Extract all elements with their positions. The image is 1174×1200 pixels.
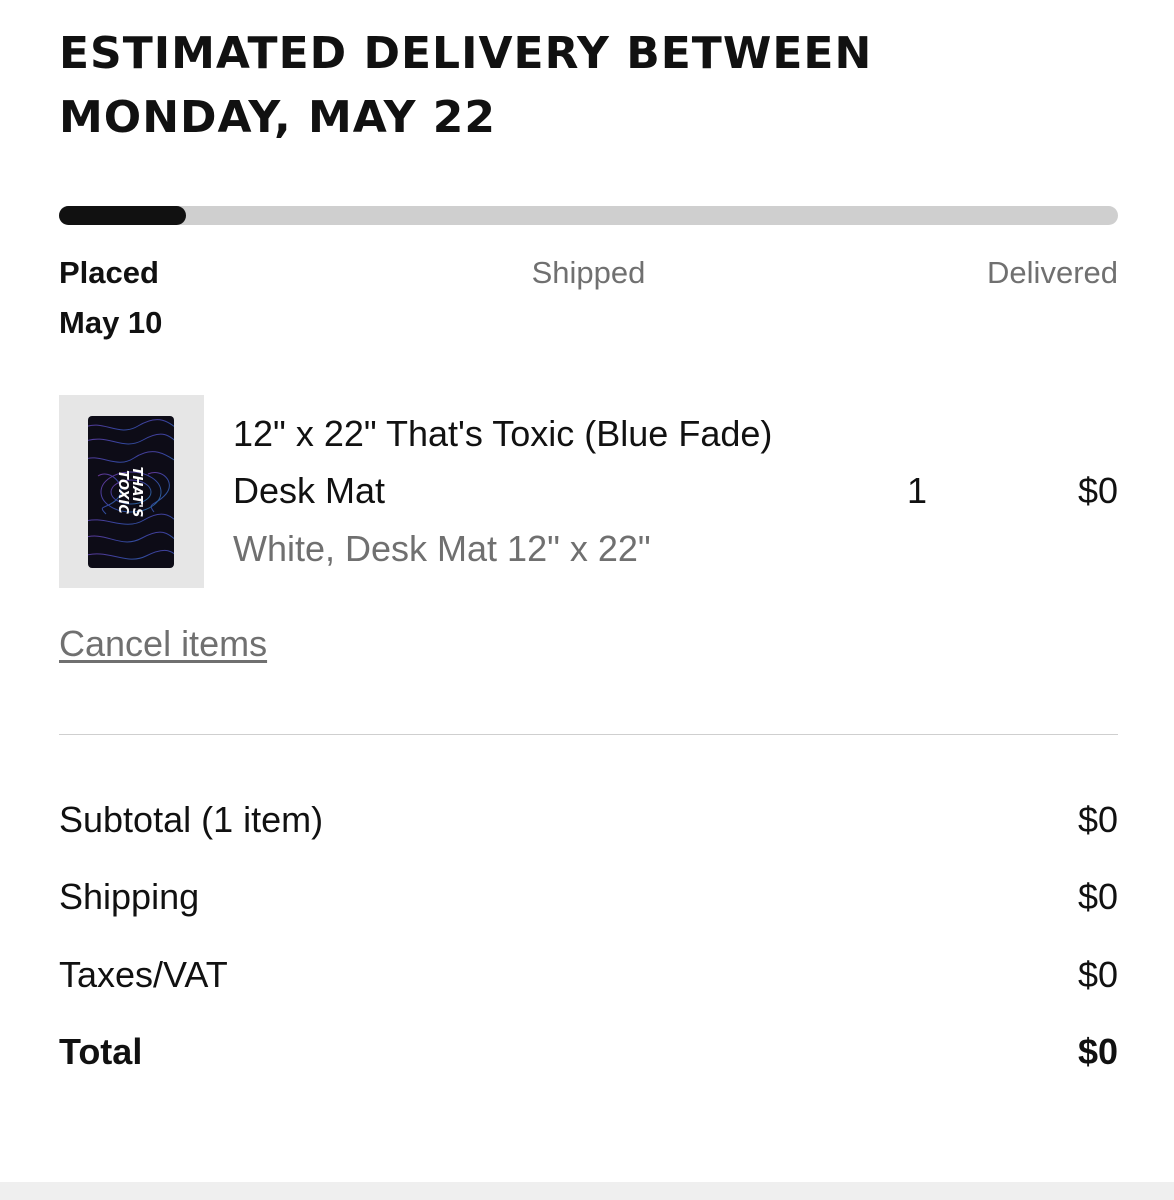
total-label: Total (59, 1031, 143, 1072)
shipping-value: $0 (1077, 876, 1118, 917)
estimated-delivery-heading: ESTIMATED DELIVERY BETWEEN MONDAY, MAY 2… (59, 22, 1059, 150)
footer-band (0, 1182, 1174, 1200)
step-shipped-label: Shipped (531, 255, 646, 290)
svg-text:THAT'S: THAT'S (129, 467, 144, 518)
summary-total-row: Total $0 (59, 1024, 1118, 1080)
order-progress-bar (59, 206, 1118, 225)
step-placed-date: May 10 (59, 305, 163, 340)
step-delivered: Delivered (987, 248, 1118, 298)
svg-text:TOXIC: TOXIC (115, 470, 130, 514)
taxes-label: Taxes/VAT (59, 954, 228, 995)
summary-taxes-row: Taxes/VAT $0 (59, 947, 1118, 1003)
order-progress-fill (59, 206, 187, 225)
estimated-delivery-line-1: ESTIMATED DELIVERY BETWEEN (59, 28, 873, 79)
summary-subtotal-row: Subtotal (1 item) $0 (59, 792, 1118, 848)
estimated-delivery-line-2: MONDAY, MAY 22 (59, 92, 497, 143)
step-shipped: Shipped (59, 248, 1118, 298)
desk-mat-image: THAT'S TOXIC (88, 416, 174, 568)
product-price: $0 (1077, 470, 1118, 511)
total-value: $0 (1077, 1031, 1118, 1072)
summary-shipping-row: Shipping $0 (59, 869, 1118, 925)
product-title[interactable]: 12" x 22" That's Toxic (Blue Fade) Desk … (233, 405, 853, 519)
section-divider (59, 734, 1118, 735)
subtotal-label: Subtotal (1 item) (59, 799, 324, 840)
shipping-label: Shipping (59, 876, 200, 917)
step-delivered-label: Delivered (987, 255, 1118, 290)
cancel-items-link[interactable]: Cancel items (59, 618, 267, 670)
taxes-value: $0 (1077, 954, 1118, 995)
product-thumbnail[interactable]: THAT'S TOXIC (59, 395, 204, 588)
product-quantity: 1 (907, 470, 928, 511)
product-variant: White, Desk Mat 12" x 22" (233, 528, 651, 569)
subtotal-value: $0 (1077, 799, 1118, 840)
